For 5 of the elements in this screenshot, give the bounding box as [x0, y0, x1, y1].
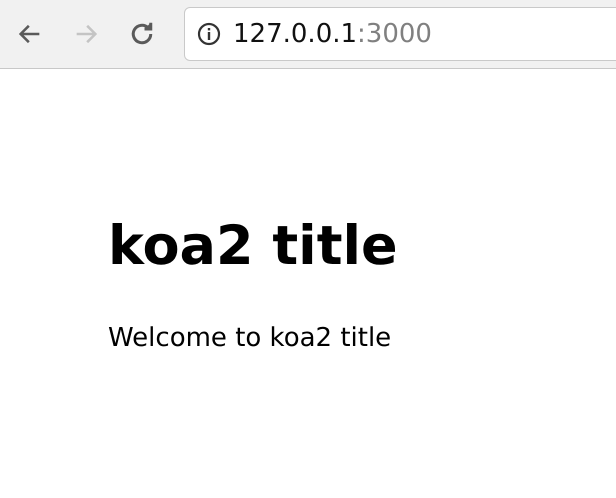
- url-text: 127.0.0.1:3000: [233, 19, 432, 49]
- address-bar[interactable]: 127.0.0.1:3000: [184, 7, 616, 61]
- info-icon: [197, 22, 221, 46]
- welcome-text: Welcome to koa2 title: [108, 323, 392, 353]
- page-heading: koa2 title: [108, 219, 399, 273]
